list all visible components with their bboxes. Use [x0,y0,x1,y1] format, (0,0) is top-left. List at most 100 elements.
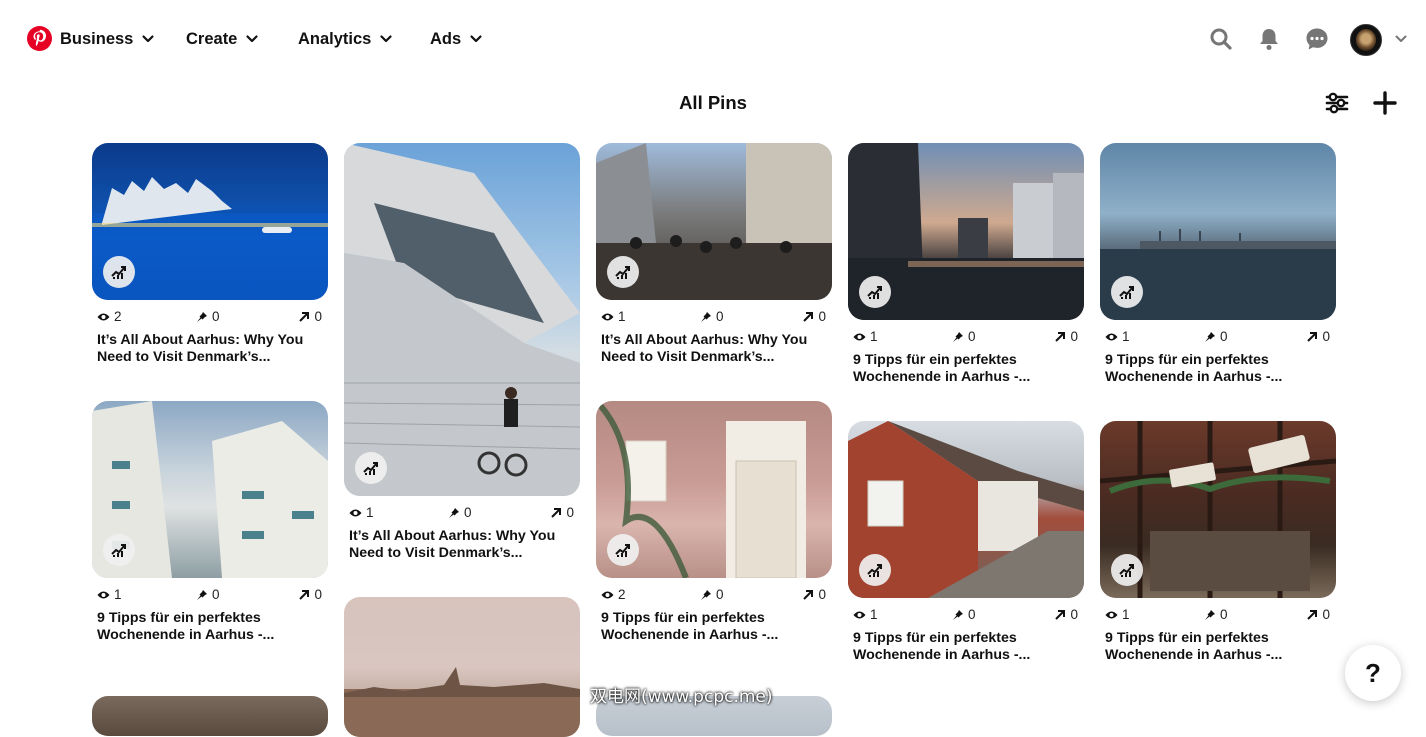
saves-count: 0 [968,329,976,344]
clicks-count: 0 [818,587,826,602]
nav-create-label: Create [186,29,238,48]
top-navigation-bar: Business Create Analytics Ads [0,0,1426,78]
pin-icon [953,331,963,342]
analytics-icon [111,266,126,279]
pin-card[interactable]: 1 0 0 It’s All About Aarhus: Why You Nee… [596,143,832,366]
pin-title[interactable]: 9 Tipps für ein perfektes Wochenende in … [853,630,1079,664]
nav-analytics[interactable]: Analytics [298,28,393,50]
pin-title[interactable]: It’s All About Aarhus: Why You Need to V… [97,332,323,366]
pin-card[interactable]: 2 0 0 It’s All About Aarhus: Why You Nee… [92,143,328,366]
pin-analytics-button[interactable] [103,534,135,566]
pin-image[interactable] [1100,421,1336,598]
clicks-stat: 0 [298,309,322,324]
clicks-count: 0 [566,505,574,520]
pin-card[interactable]: 1 0 0 9 Tipps für ein perfektes Wochenen… [1100,143,1336,386]
bell-icon[interactable] [1256,26,1282,52]
pin-title[interactable]: 9 Tipps für ein perfektes Wochenende in … [853,352,1079,386]
pin-image[interactable] [596,401,832,578]
pin-analytics-button[interactable] [859,554,891,586]
eye-icon [601,313,614,320]
pin-card[interactable]: 1 0 0 9 Tipps für ein perfektes Wochenen… [848,421,1084,664]
arrow-up-right-icon [803,311,814,322]
arrow-up-right-icon [299,589,310,600]
views-stat: 1 [1105,329,1130,344]
views-stat: 2 [97,309,122,324]
chevron-down-icon [142,35,154,43]
pinterest-logo-icon[interactable] [27,26,52,51]
views-count: 2 [618,587,626,602]
sliders-icon[interactable] [1325,92,1349,114]
clicks-count: 0 [1070,329,1078,344]
chevron-down-icon[interactable] [1394,32,1408,46]
pin-stats: 1 0 0 [848,329,1084,345]
analytics-icon [615,544,630,557]
pin-analytics-button[interactable] [859,276,891,308]
pin-image[interactable] [344,143,580,496]
clicks-count: 0 [314,309,322,324]
avatar[interactable] [1350,24,1382,56]
saves-stat: 0 [1204,607,1228,622]
watermark: 双电网(www.pcpc.me) [590,687,773,707]
pin-card[interactable]: 1 0 0 9 Tipps für ein perfektes Wochenen… [1100,421,1336,664]
pin-image-artwork [344,667,580,737]
pin-image[interactable] [848,143,1084,320]
page-title: All Pins [679,92,747,113]
pin-title[interactable]: 9 Tipps für ein perfektes Wochenende in … [1105,630,1331,664]
pin-stats: 2 0 0 [92,309,328,325]
saves-count: 0 [716,309,724,324]
pin-card[interactable] [344,597,580,737]
chevron-down-icon [380,35,392,43]
pin-title[interactable]: It’s All About Aarhus: Why You Need to V… [601,332,827,366]
pin-image[interactable] [92,696,328,736]
analytics-icon [615,266,630,279]
pin-image[interactable] [92,401,328,578]
pin-image[interactable] [596,143,832,300]
pin-image[interactable] [848,421,1084,598]
eye-icon [853,611,866,618]
pin-card[interactable]: 1 0 0 It’s All About Aarhus: Why You Nee… [344,143,580,562]
clicks-stat: 0 [802,587,826,602]
pin-image-artwork [344,143,580,496]
pin-stats: 1 0 0 [344,505,580,521]
views-count: 2 [114,309,122,324]
pin-analytics-button[interactable] [1111,554,1143,586]
saves-count: 0 [1220,607,1228,622]
pin-stats: 1 0 0 [92,587,328,603]
nav-business[interactable]: Business [60,28,155,50]
pin-image[interactable] [92,143,328,300]
chat-icon[interactable] [1304,26,1330,52]
pin-analytics-button[interactable] [607,256,639,288]
nav-create[interactable]: Create [186,28,259,50]
pin-image[interactable] [344,597,580,737]
pin-title[interactable]: 9 Tipps für ein perfektes Wochenende in … [1105,352,1331,386]
pin-stats: 2 0 0 [596,587,832,603]
nav-analytics-label: Analytics [298,29,372,48]
pin-analytics-button[interactable] [1111,276,1143,308]
pin-analytics-button[interactable] [355,452,387,484]
pin-stats: 1 0 0 [596,309,832,325]
nav-ads[interactable]: Ads [430,28,483,50]
plus-icon[interactable] [1373,91,1397,115]
saves-count: 0 [968,607,976,622]
help-button[interactable]: ? [1345,645,1401,701]
pin-card[interactable] [92,696,328,736]
pin-title[interactable]: It’s All About Aarhus: Why You Need to V… [349,528,575,562]
analytics-icon [867,286,882,299]
pin-card[interactable]: 2 0 0 9 Tipps für ein perfektes Wochenen… [596,401,832,644]
pin-title[interactable]: 9 Tipps für ein perfektes Wochenende in … [97,610,323,644]
pin-card[interactable]: 1 0 0 9 Tipps für ein perfektes Wochenen… [92,401,328,644]
pin-analytics-button[interactable] [607,534,639,566]
saves-count: 0 [1220,329,1228,344]
pin-icon [197,311,207,322]
pin-image[interactable] [1100,143,1336,320]
pin-card[interactable]: 1 0 0 9 Tipps für ein perfektes Wochenen… [848,143,1084,386]
pin-icon [1205,331,1215,342]
saves-stat: 0 [448,505,472,520]
pin-analytics-button[interactable] [103,256,135,288]
pin-title[interactable]: 9 Tipps für ein perfektes Wochenende in … [601,610,827,644]
saves-count: 0 [212,309,220,324]
saves-stat: 0 [952,329,976,344]
analytics-icon [1119,564,1134,577]
search-icon[interactable] [1208,26,1234,52]
clicks-count: 0 [1070,607,1078,622]
